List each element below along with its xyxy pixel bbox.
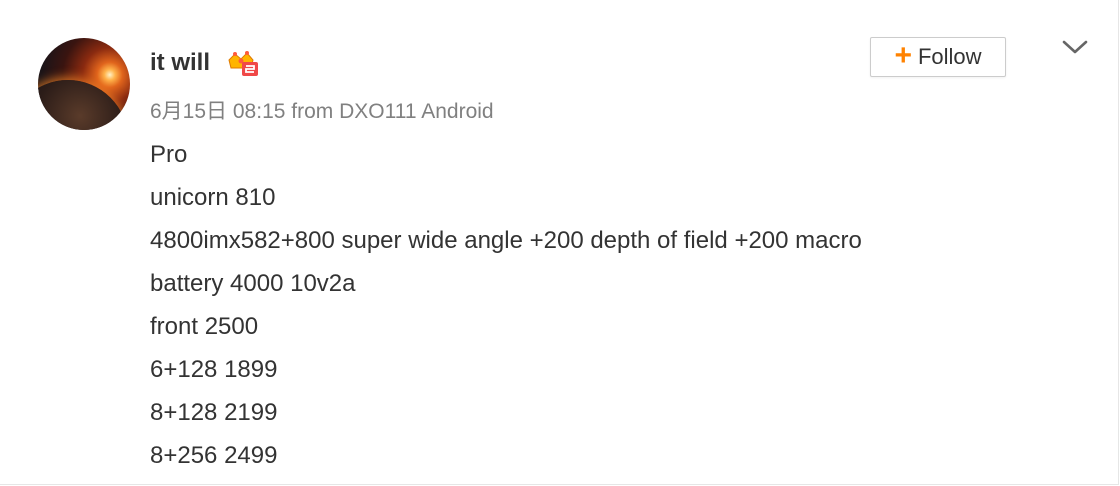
post-line: battery 4000 10v2a [150,270,356,297]
post-card: it will 6月15日 08:15 from DXO111 Android … [0,0,1119,485]
follow-button[interactable]: + Follow [870,37,1006,77]
crown-vip-badge-icon[interactable] [226,50,260,78]
author-name[interactable]: it will [150,49,210,77]
from-label: from [291,100,334,123]
post-meta: 6月15日 08:15 from DXO111 Android [150,95,494,125]
avatar[interactable] [38,38,130,130]
chevron-down-icon[interactable] [1060,36,1090,58]
avatar-image [38,80,128,130]
plus-icon: + [894,38,912,72]
post-line: 8+128 2199 [150,399,278,426]
post-line: 6+128 1899 [150,356,278,383]
post-line: 4800imx582+800 super wide angle +200 dep… [150,227,862,254]
post-line: 8+256 2499 [150,442,278,469]
post-date[interactable]: 6月15日 08:15 [150,100,285,123]
post-device[interactable]: DXO111 Android [339,100,494,123]
post-content: Pro unicorn 810 4800imx582+800 super wid… [150,133,862,477]
follow-label: Follow [917,44,982,69]
post-line: unicorn 810 [150,184,276,211]
post-line: front 2500 [150,313,259,340]
post-line: Pro [150,141,188,168]
